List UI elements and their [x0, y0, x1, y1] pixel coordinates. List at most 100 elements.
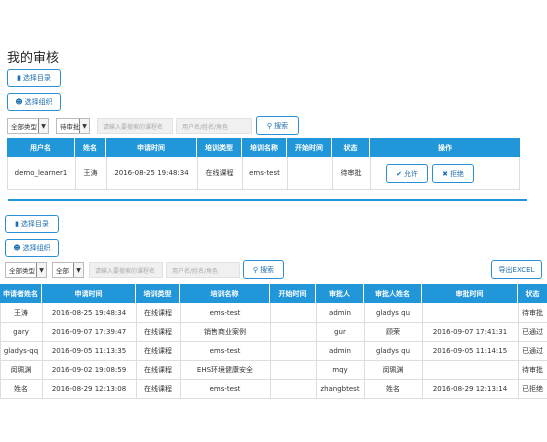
col-approver-name: 审批人姓名 — [364, 284, 422, 303]
col-apply-time-2: 申请时间 — [42, 284, 136, 303]
column-divider — [0, 303, 1, 398]
select-catalog-label-2: 选择目录 — [20, 220, 49, 228]
col-start-time-2: 开始时间 — [270, 284, 316, 303]
search-icon: ⚲ — [252, 265, 259, 274]
select-org-label-2: 选择组织 — [22, 244, 51, 252]
x-circle-icon: ✖ — [442, 169, 448, 178]
cell-status: 已通过 — [522, 327, 543, 336]
col-start-time: 开始时间 — [287, 138, 332, 157]
cell-applicant: gladys-qq — [3, 346, 39, 355]
cell-training-type: 在线课程 — [144, 365, 172, 374]
select-catalog-label: 选择目录 — [22, 74, 51, 82]
course-search-input[interactable]: 请输入要搜索的课程名 — [97, 118, 173, 134]
type-select[interactable]: 全部类型 ▼ — [7, 118, 49, 134]
column-divider — [270, 303, 271, 398]
cell-start-time — [270, 379, 316, 398]
cell-approve-time: 2016-09-05 11:14:15 — [432, 346, 508, 355]
col-training-name: 培训名称 — [242, 138, 287, 157]
chevron-down-icon: ▼ — [73, 263, 83, 277]
select-catalog-button-2[interactable]: ▮ 选择目录 — [5, 215, 59, 233]
approval-table-header: 用户名 姓名 申请时间 培训类型 培训名称 开始时间 状态 操作 — [7, 138, 520, 157]
cell-approver-name: gladys qu — [375, 346, 410, 355]
row-training-type: 在线课程 — [205, 169, 234, 177]
search-icon: ⚲ — [266, 121, 273, 130]
cell-approver: admin — [329, 346, 351, 355]
course-search-input-2[interactable]: 请输入要搜索的课程名 — [89, 262, 163, 278]
chevron-down-icon: ▼ — [36, 263, 46, 277]
cell-apply-time: 2016-08-29 12:13:08 — [51, 384, 127, 393]
cell-approver: mqy — [332, 365, 348, 374]
column-divider — [136, 303, 137, 398]
status-select[interactable]: 待审批 ▼ — [56, 118, 90, 134]
cell-start-time — [270, 303, 316, 322]
cell-approve-time — [422, 360, 518, 379]
export-excel-label: 导出EXCEL — [498, 265, 535, 274]
col-actions: 操作 — [438, 143, 452, 152]
cell-status: 已拒绝 — [522, 384, 543, 393]
status-select-value-2: 全部 — [56, 267, 69, 275]
cell-training-type: 在线课程 — [144, 346, 172, 355]
col-status-2: 状态 — [525, 289, 540, 298]
cell-applicant: 姓名 — [14, 384, 28, 393]
select-catalog-button[interactable]: ▮ 选择目录 — [7, 69, 61, 87]
user-icon: ☻ — [15, 98, 23, 106]
cell-approver: admin — [329, 308, 351, 317]
col-training-type-2: 培训类型 — [136, 284, 180, 303]
export-excel-button[interactable]: 导出EXCEL — [491, 260, 542, 279]
row-divider — [0, 398, 547, 399]
file-icon: ▮ — [15, 220, 19, 228]
column-divider — [364, 303, 365, 398]
search-button[interactable]: ⚲ 搜索 — [256, 116, 299, 135]
select-org-label[interactable]: 选择组织 — [25, 97, 53, 107]
history-table-header: 申请者姓名 申请时间 培训类型 培训名称 开始时间 审批人 审批人姓名 审批时间… — [0, 284, 547, 303]
cell-training-name: ems-test — [209, 384, 241, 393]
cell-status: 待审批 — [522, 308, 543, 317]
cell-status: 待审批 — [522, 365, 543, 374]
cell-start-time — [270, 360, 316, 379]
cell-approver-name: 姓名 — [386, 384, 400, 393]
allow-label: 允许 — [403, 169, 418, 178]
row-username: demo_learner1 — [14, 169, 68, 177]
page-title: 我的审核 — [7, 51, 60, 66]
file-icon: ▮ — [17, 74, 21, 82]
reject-button[interactable]: ✖ 拒绝 — [432, 164, 474, 183]
column-divider — [42, 303, 43, 398]
row-name: 王涛 — [83, 169, 98, 177]
cell-approver-name: gladys qu — [375, 308, 410, 317]
cell-approve-time: 2016-08-29 12:13:14 — [432, 384, 508, 393]
cell-start-time — [270, 341, 316, 360]
row-apply-time: 2016-08-25 19:48:34 — [114, 169, 189, 177]
column-divider — [518, 303, 519, 398]
user-search-placeholder: 用户名/姓名/角色 — [182, 123, 229, 131]
chevron-down-icon: ▼ — [38, 119, 48, 133]
cell-apply-time: 2016-08-25 19:48:34 — [51, 308, 127, 317]
cell-approver-name: 顾荣 — [386, 327, 400, 336]
search-label: 搜索 — [274, 121, 289, 130]
allow-button[interactable]: ✔ 允许 — [386, 164, 428, 183]
user-search-input[interactable]: 用户名/姓名/角色 — [176, 118, 252, 134]
user-search-input-2[interactable]: 用户名/姓名/角色 — [166, 262, 240, 278]
status-select-2[interactable]: 全部 ▼ — [52, 262, 84, 278]
col-approve-time: 审批时间 — [422, 284, 518, 303]
row-status: 待审批 — [340, 169, 362, 177]
col-approver: 审批人 — [316, 284, 364, 303]
type-select-2[interactable]: 全部类型 ▼ — [5, 262, 47, 278]
user-search-placeholder-2: 用户名/姓名/角色 — [172, 267, 219, 275]
cell-training-type: 在线课程 — [144, 327, 172, 336]
row-start-time — [287, 157, 332, 189]
select-org-button-2[interactable]: ☻ 选择组织 — [5, 239, 59, 257]
type-select-value: 全部类型 — [11, 123, 37, 131]
type-select-value-2: 全部类型 — [9, 267, 35, 275]
col-status: 状态 — [332, 138, 370, 157]
search-label-2: 搜索 — [260, 265, 275, 274]
cell-training-name: 销售商业案例 — [204, 327, 246, 336]
check-circle-icon: ✔ — [396, 169, 402, 178]
select-org-button[interactable]: ☻ 选择组织 — [7, 93, 61, 111]
course-search-placeholder-2: 请输入要搜索的课程名 — [95, 267, 156, 275]
cell-approver: gur — [334, 327, 346, 336]
chevron-down-icon: ▼ — [79, 119, 89, 133]
col-name: 姓名 — [75, 138, 106, 157]
search-button-2[interactable]: ⚲ 搜索 — [243, 260, 284, 279]
col-training-type: 培训类型 — [197, 138, 242, 157]
column-divider — [180, 303, 181, 398]
